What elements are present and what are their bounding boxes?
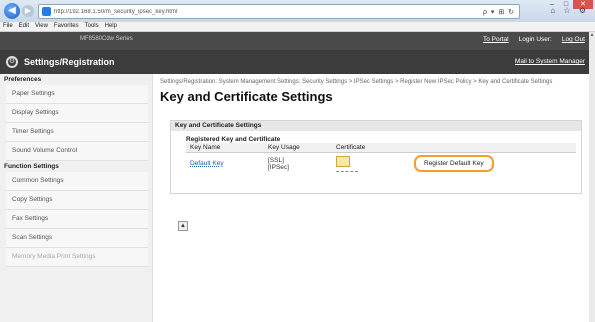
sidebar-heading-function-settings: Function Settings — [0, 161, 152, 172]
sidebar-item-paper-settings[interactable]: Paper Settings — [6, 85, 148, 104]
sidebar-item-copy-settings[interactable]: Copy Settings — [6, 191, 148, 210]
sidebar-item-scan-settings[interactable]: Scan Settings — [6, 229, 148, 248]
col-key-name: Key Name — [186, 143, 264, 153]
sidebar-item-fax-settings[interactable]: Fax Settings — [6, 210, 148, 229]
to-portal-link[interactable]: To Portal — [483, 36, 509, 43]
panel-heading: Key and Certificate Settings — [171, 121, 581, 131]
browser-toolbar: ◀ ▶ http://192.168.1.50/m_security_ipsec… — [0, 0, 595, 23]
sidebar-item-display-settings[interactable]: Display Settings — [6, 104, 148, 123]
col-key-usage: Key Usage — [264, 143, 332, 153]
site-header: MF8580Cdw Series To Portal Login User: L… — [0, 32, 589, 74]
sidebar: Preferences Paper Settings Display Setti… — [0, 74, 153, 322]
breadcrumb: Settings/Registration: System Management… — [160, 79, 553, 85]
action-cell: Register Default Key — [410, 153, 576, 175]
scroll-to-top-icon[interactable]: ▲ — [178, 221, 188, 231]
col-certificate: Certificate — [332, 143, 410, 153]
gear-icon: ⚙ — [6, 56, 18, 68]
table-header-row: Key Name Key Usage Certificate — [186, 143, 576, 153]
address-bar-icons[interactable]: ρ ▾ ⊞ ↻ — [483, 8, 515, 16]
scroll-up-icon[interactable]: ▲ — [589, 32, 595, 38]
home-favorites-tools-icons[interactable]: ⌂ ☆ ⚙ — [550, 6, 589, 15]
key-name-link[interactable]: Default Key — [186, 153, 264, 175]
sidebar-heading-preferences: Preferences — [0, 74, 152, 85]
page-title: Key and Certificate Settings — [160, 89, 333, 104]
menu-help[interactable]: Help — [105, 22, 117, 31]
table-row: Default Key [SSL] [IPSec] Register Defau… — [186, 153, 576, 175]
key-usage-ssl: [SSL] — [268, 156, 284, 164]
sidebar-item-sound-volume-control[interactable]: Sound Volume Control — [6, 142, 148, 161]
menu-tools[interactable]: Tools — [85, 22, 99, 31]
key-usage-ipsec: [IPSec] — [268, 163, 289, 171]
certificate-icon[interactable] — [336, 155, 350, 167]
settings-registration-title: Settings/Registration — [24, 57, 115, 67]
page-header-title: ⚙ Settings/Registration — [6, 56, 115, 68]
back-arrow-icon[interactable]: ◀ — [4, 3, 20, 19]
header-links: To Portal Login User: Log Out — [483, 36, 585, 43]
menu-edit[interactable]: Edit — [19, 22, 29, 31]
menu-bar: File Edit View Favorites Tools Help — [0, 22, 595, 32]
col-action — [410, 143, 576, 153]
login-user-label: Login User: — [518, 36, 552, 43]
ie-favicon-icon — [42, 7, 51, 16]
vertical-scrollbar[interactable]: ▲ — [589, 32, 595, 322]
certificate-underline — [336, 170, 358, 172]
main-content: Settings/Registration: System Management… — [160, 74, 585, 322]
registered-key-subheading: Registered Key and Certificate — [186, 136, 281, 143]
address-bar[interactable]: http://192.168.1.50/m_security_ipsec_key… — [38, 4, 520, 19]
certificate-cell — [332, 153, 410, 175]
key-certificate-panel: Key and Certificate Settings Registered … — [170, 120, 582, 194]
menu-view[interactable]: View — [35, 22, 48, 31]
key-usage-cell: [SSL] [IPSec] — [264, 153, 332, 175]
log-out-link[interactable]: Log Out — [562, 36, 585, 43]
menu-favorites[interactable]: Favorites — [54, 22, 79, 31]
url-text[interactable]: http://192.168.1.50/m_security_ipsec_key… — [54, 9, 483, 15]
device-name: MF8580Cdw Series — [80, 36, 133, 42]
mail-to-system-manager-link[interactable]: Mail to System Manager — [515, 58, 585, 65]
menu-file[interactable]: File — [3, 22, 13, 31]
register-default-key-button[interactable]: Register Default Key — [414, 155, 494, 172]
key-table: Key Name Key Usage Certificate Default K… — [186, 143, 576, 174]
sidebar-item-timer-settings[interactable]: Timer Settings — [6, 123, 148, 142]
sidebar-item-memory-media-print-settings[interactable]: Memory Media Print Settings — [6, 248, 148, 267]
sidebar-item-common-settings[interactable]: Common Settings — [6, 172, 148, 191]
forward-arrow-icon[interactable]: ▶ — [22, 5, 34, 17]
